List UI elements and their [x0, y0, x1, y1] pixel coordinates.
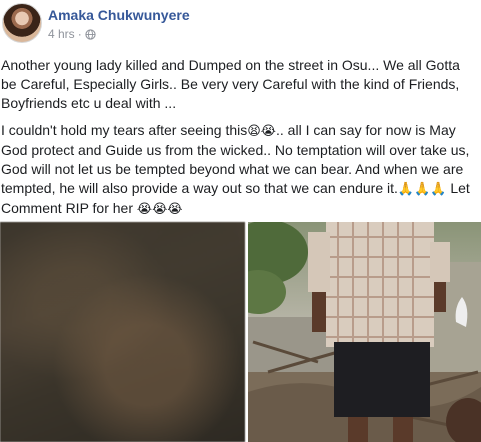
- post-meta: 4 hrs ·: [48, 27, 96, 41]
- post-paragraph-1: Another young lady killed and Dumped on …: [1, 57, 460, 111]
- paragraph-2-text-a: I couldn't hold my tears after seeing th…: [1, 122, 248, 138]
- author-name-link[interactable]: Amaka Chukwunyere: [48, 7, 190, 23]
- meta-separator: ·: [77, 27, 82, 41]
- post-timestamp[interactable]: 4 hrs: [48, 27, 75, 41]
- post-photo-blurred[interactable]: [0, 222, 245, 442]
- crying-emojis: 😭😭😭: [136, 202, 183, 217]
- scene-illustration: [248, 222, 481, 442]
- crying-emoji-pair: 😫😭: [247, 124, 276, 139]
- praying-hands-emojis: 🙏🙏🙏: [397, 182, 447, 197]
- post-header: Amaka Chukwunyere 4 hrs ·: [0, 0, 481, 52]
- post-photo-scene[interactable]: [248, 222, 481, 442]
- post-paragraph-2: I couldn't hold my tears after seeing th…: [1, 121, 479, 219]
- post-body: Another young lady killed and Dumped on …: [1, 56, 479, 227]
- author-avatar[interactable]: [2, 3, 42, 43]
- globe-icon[interactable]: [85, 28, 96, 40]
